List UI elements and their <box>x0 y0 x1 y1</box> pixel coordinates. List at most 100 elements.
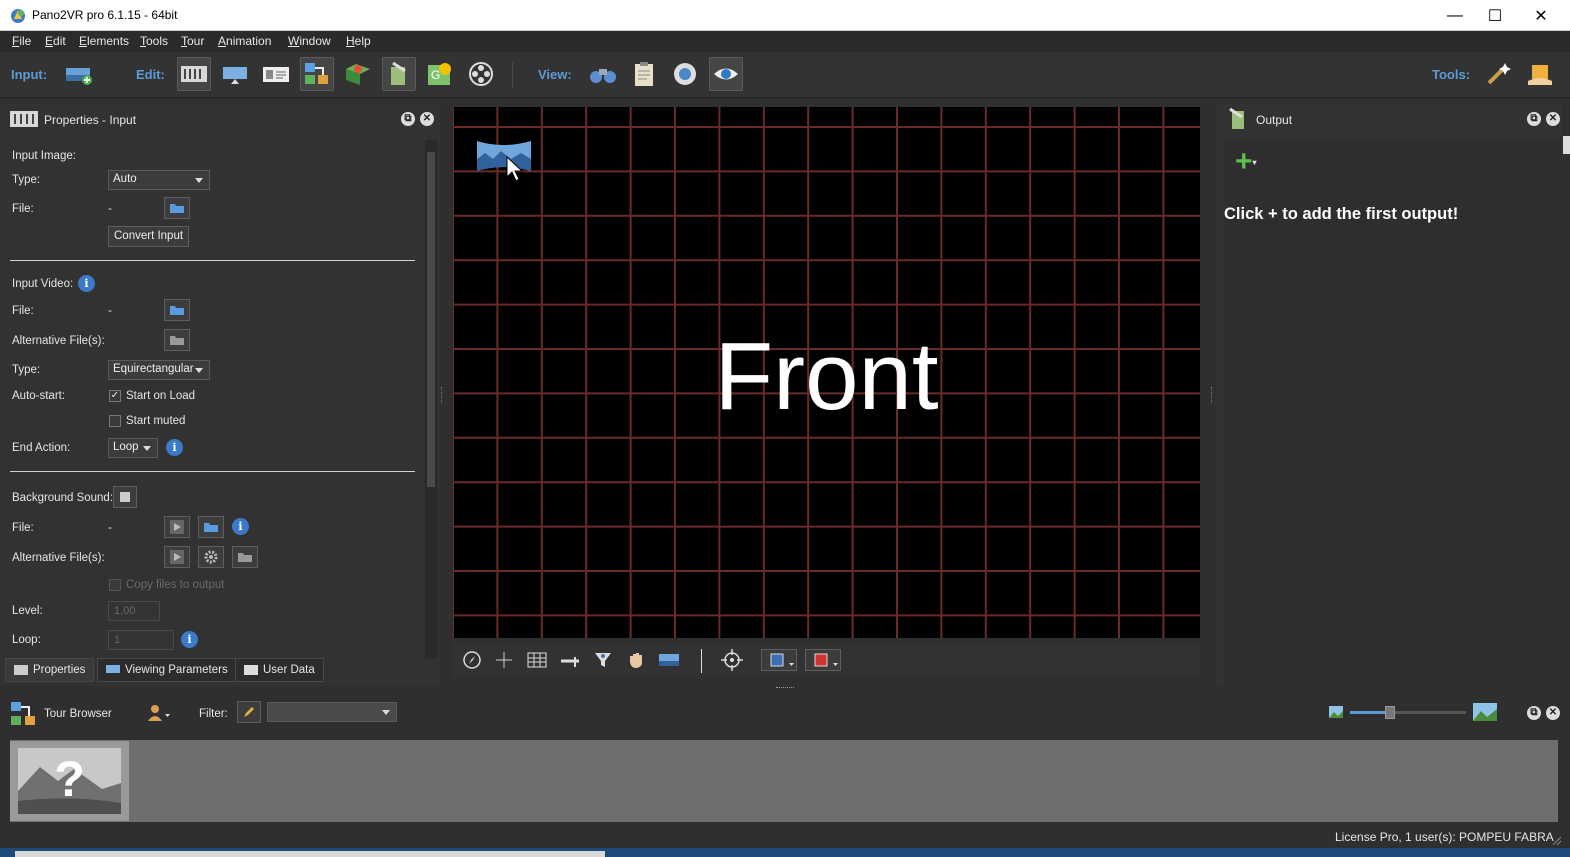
viewing-params-button[interactable] <box>218 57 252 91</box>
add-input-button[interactable] <box>62 57 96 91</box>
tool-packages-button[interactable] <box>1523 57 1557 91</box>
autostart-label: Auto-start: <box>12 390 66 402</box>
info-icon[interactable]: i <box>232 518 249 535</box>
notes-button[interactable] <box>627 57 661 91</box>
grid-color-picker[interactable] <box>761 649 797 671</box>
tool-magic-button[interactable] <box>1482 57 1516 91</box>
info-icon[interactable]: i <box>78 275 95 292</box>
tour-thumbnail-strip: ? <box>10 740 1558 822</box>
convert-input-button[interactable]: Convert Input <box>108 226 190 247</box>
menu-elements[interactable]: Elements <box>79 34 129 48</box>
compass-button[interactable] <box>459 648 485 672</box>
user-data-button[interactable] <box>259 57 293 91</box>
bottom-splitter-handle[interactable] <box>776 687 794 690</box>
open-sound-button[interactable] <box>198 516 224 538</box>
filter-select[interactable] <box>267 702 397 722</box>
float-panel-button[interactable]: ⧉ <box>401 112 415 126</box>
id-card-icon <box>263 67 289 82</box>
menu-tools[interactable]: Tools <box>140 34 168 48</box>
right-splitter-handle[interactable] <box>1211 387 1214 403</box>
float-tour-button[interactable]: ⧉ <box>1527 706 1541 720</box>
play-sound-button[interactable] <box>164 516 190 538</box>
info-icon[interactable]: i <box>181 631 198 648</box>
sound-file-value: - <box>108 522 112 534</box>
app-icon <box>11 9 25 23</box>
tour-map-button[interactable] <box>341 57 375 91</box>
google-maps-button[interactable]: G <box>423 57 457 91</box>
play-alt-sound-button[interactable] <box>164 546 190 568</box>
start-muted-checkbox[interactable] <box>109 415 121 427</box>
tab-properties[interactable]: Properties <box>5 658 95 682</box>
end-action-select[interactable]: Loop <box>108 438 158 458</box>
tour-browser-button[interactable] <box>300 57 334 91</box>
skin-editor-button[interactable] <box>382 57 416 91</box>
filter-view-tool[interactable] <box>590 648 616 672</box>
input-label: Input: <box>11 67 48 82</box>
menu-animation[interactable]: Animation <box>218 34 271 48</box>
info-icon[interactable]: i <box>166 439 183 456</box>
animation-button[interactable] <box>464 57 498 91</box>
overlay-view-button[interactable] <box>709 57 743 91</box>
crosshair-toggle[interactable] <box>491 648 517 672</box>
target-button[interactable] <box>719 648 745 672</box>
video-type-label: Type: <box>12 364 41 376</box>
menu-file[interactable]: File <box>12 34 31 48</box>
video-type-select[interactable]: Equirectangular <box>108 360 210 380</box>
open-video-button[interactable] <box>164 299 190 321</box>
copy-files-checkbox[interactable] <box>109 579 121 591</box>
hotspot-color-picker[interactable] <box>805 649 841 671</box>
menu-tour[interactable]: Tour <box>181 34 204 48</box>
filter-edit-button[interactable] <box>237 701 261 723</box>
level-label: Level: <box>12 605 43 617</box>
open-alt-video-button[interactable] <box>164 329 190 351</box>
tour-browser-header: Tour Browser Filter: ⧉ ✕ <box>0 697 1570 737</box>
sound-options-button[interactable] <box>113 486 137 508</box>
properties-scrollbar[interactable] <box>425 140 437 658</box>
pan-tool[interactable] <box>623 648 649 672</box>
section-divider <box>10 260 415 261</box>
close-output-button[interactable]: ✕ <box>1546 112 1560 126</box>
close-panel-button[interactable]: ✕ <box>420 112 434 126</box>
tab-viewing-parameters[interactable]: Viewing Parameters <box>97 658 237 682</box>
loop-spinbox[interactable]: 1 <box>108 630 174 650</box>
video-file-value: - <box>108 305 112 317</box>
patch-view-button[interactable] <box>668 57 702 91</box>
measure-tool[interactable] <box>557 648 583 672</box>
close-button[interactable]: ✕ <box>1518 0 1564 31</box>
start-on-load-checkbox[interactable]: ✓ <box>109 390 121 402</box>
input-type-select[interactable]: Auto <box>108 170 210 190</box>
level-spinbox[interactable]: 1,00 <box>108 601 160 621</box>
maximize-button[interactable]: ☐ <box>1472 0 1518 31</box>
taskbar-strip <box>0 848 1570 857</box>
gear-icon <box>204 550 218 564</box>
menu-window[interactable]: Window <box>288 34 331 48</box>
copy-files-label: Copy files to output <box>126 579 225 591</box>
red-square-icon <box>814 653 838 667</box>
close-tour-button[interactable]: ✕ <box>1546 706 1560 720</box>
scrollbar-thumb[interactable] <box>427 152 435 487</box>
panorama-viewer[interactable]: Front <box>453 107 1200 638</box>
resize-grip-icon[interactable] <box>1552 836 1562 846</box>
left-splitter-handle[interactable] <box>441 387 444 403</box>
grid-toggle[interactable] <box>524 648 550 672</box>
float-output-button[interactable]: ⧉ <box>1527 112 1541 126</box>
thumbnail-size-slider[interactable] <box>1350 706 1466 719</box>
properties-edit-button[interactable] <box>177 57 211 91</box>
open-image-button[interactable] <box>164 197 190 219</box>
open-alt-sound-button[interactable] <box>232 546 258 568</box>
blue-square-icon <box>770 653 794 667</box>
output-scrollbar[interactable] <box>1563 136 1570 154</box>
magic-wand-icon <box>1487 63 1511 85</box>
tab-user-data[interactable]: User Data <box>235 658 324 682</box>
preview-button[interactable] <box>586 57 620 91</box>
user-filter-button[interactable] <box>146 703 172 723</box>
slider-handle[interactable] <box>1385 706 1395 719</box>
menu-edit[interactable]: Edit <box>45 34 66 48</box>
add-output-button[interactable]: +▾ <box>1235 147 1269 177</box>
panorama-thumbnail[interactable]: ? <box>10 741 129 821</box>
panorama-view-toggle[interactable] <box>656 648 682 672</box>
sound-settings-button[interactable] <box>198 546 224 568</box>
binoculars-icon <box>590 69 616 83</box>
section-divider <box>10 471 415 472</box>
menu-help[interactable]: Help <box>346 34 371 48</box>
